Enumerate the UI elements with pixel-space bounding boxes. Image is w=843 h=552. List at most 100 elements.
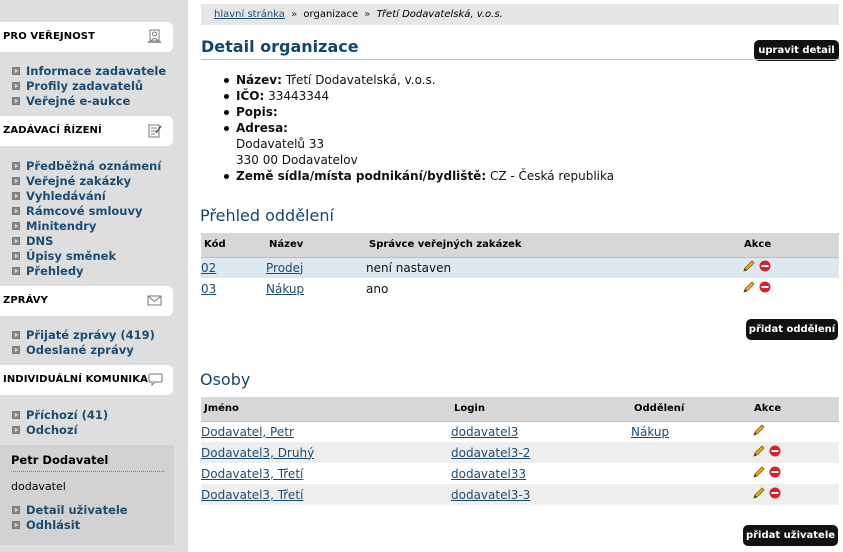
bullet-arrow-icon <box>12 410 20 419</box>
detail-label: IČO: <box>236 89 265 103</box>
sidebar-header-label: PRO VEŘEJNOST <box>3 31 96 42</box>
bullet-arrow-icon <box>12 505 20 514</box>
sidebar-item-verejne-e-aukce[interactable]: Veřejné e-aukce <box>12 93 166 108</box>
sidebar-item-informace-zadavatele[interactable]: Informace zadavatele <box>12 63 166 78</box>
sidebar-item-vyhledavani[interactable]: Vyhledávání <box>12 188 161 203</box>
table-row: Dodavatel3, Třetí dodavatel33 <box>201 463 839 484</box>
department-name-link[interactable]: Nákup <box>266 282 304 296</box>
detail-country: Země sídla/místa podnikání/bydliště: CZ … <box>222 168 614 184</box>
delete-icon[interactable] <box>759 260 771 272</box>
department-name-link[interactable]: Prodej <box>266 261 303 275</box>
sidebar-item-prijate-zpravy[interactable]: Přijaté zprávy (419) <box>12 327 155 342</box>
bullet-arrow-icon <box>12 176 20 185</box>
person-name-link[interactable]: Dodavatel3, Druhý <box>201 446 314 460</box>
bullet-arrow-icon <box>12 266 20 275</box>
sidebar-list-public: Informace zadavatele Profily zadavatelů … <box>12 63 166 108</box>
person-department-link[interactable]: Nákup <box>631 425 669 439</box>
user-detail-link[interactable]: Detail uživatele <box>12 502 128 517</box>
sidebar-item-odchozi[interactable]: Odchozí <box>12 422 108 437</box>
table-header-row: Kód Název Správce veřejných zakázek Akce <box>201 233 839 258</box>
page-title: Detail organizace <box>201 37 359 56</box>
column-header-department[interactable]: Oddělení <box>631 397 751 422</box>
sidebar-item-label: Minitendry <box>26 218 97 233</box>
sidebar-item-label: Příchozí (41) <box>26 407 109 422</box>
person-login-link[interactable]: dodavatel3-3 <box>451 488 530 502</box>
sidebar-item-dns[interactable]: DNS <box>12 233 161 248</box>
add-department-button[interactable]: přidat oddělení <box>746 319 838 340</box>
column-header-login[interactable]: Login <box>451 397 631 422</box>
table-row: 02 Prodej není nastaven <box>201 257 839 278</box>
sidebar-header-public: PRO VEŘEJNOST <box>0 22 173 52</box>
detail-address: Adresa: <box>222 120 614 136</box>
user-link-label: Odhlásit <box>26 517 81 532</box>
detail-name: Název: Třetí Dodavatelská, v.o.s. <box>222 72 614 88</box>
sidebar-item-predbezna-oznameni[interactable]: Předběžná oznámení <box>12 158 161 173</box>
organization-details: Název: Třetí Dodavatelská, v.o.s. IČO: 3… <box>222 72 614 184</box>
person-login-link[interactable]: dodavatel33 <box>451 467 526 481</box>
pencil-icon[interactable] <box>752 423 766 437</box>
sidebar-item-profily-zadavatelu[interactable]: Profily zadavatelů <box>12 78 166 93</box>
sidebar-list-communication: Příchozí (41) Odchozí <box>12 407 108 437</box>
breadcrumb: hlavní stránka » organizace » Třetí Doda… <box>201 4 839 25</box>
sidebar-item-prehledy[interactable]: Přehledy <box>12 263 161 278</box>
breadcrumb-current: Třetí Dodavatelská, v.o.s. <box>376 9 503 20</box>
bullet-arrow-icon <box>12 221 20 230</box>
sidebar-header-messages: ZPRÁVY <box>0 286 173 316</box>
delete-icon[interactable] <box>759 281 771 293</box>
sidebar-header-label: ZPRÁVY <box>3 295 48 306</box>
sidebar-item-label: Profily zadavatelů <box>26 78 144 93</box>
person-login-link[interactable]: dodavatel3-2 <box>451 446 530 460</box>
sidebar-item-label: Vyhledávání <box>26 188 106 203</box>
pencil-icon[interactable] <box>752 444 766 458</box>
department-code-link[interactable]: 03 <box>201 282 216 296</box>
departments-title: Přehled oddělení <box>200 206 334 225</box>
sidebar-item-ramcove-smlouvy[interactable]: Rámcové smlouvy <box>12 203 161 218</box>
bullet-arrow-icon <box>12 66 20 75</box>
sidebar-item-label: Přehledy <box>26 263 84 278</box>
sidebar-item-minitendry[interactable]: Minitendry <box>12 218 161 233</box>
person-name-link[interactable]: Dodavatel3, Třetí <box>201 488 303 502</box>
department-code-link[interactable]: 02 <box>201 261 216 275</box>
table-row: Dodavatel3, Třetí dodavatel3-3 <box>201 484 839 505</box>
bullet-arrow-icon <box>12 520 20 529</box>
breadcrumb-home-link[interactable]: hlavní stránka <box>214 9 285 20</box>
person-department <box>631 442 751 463</box>
pencil-icon[interactable] <box>742 280 756 294</box>
sidebar-item-label: Veřejné e-aukce <box>26 93 131 108</box>
add-user-button[interactable]: přidat uživatele <box>743 525 838 546</box>
delete-icon[interactable] <box>769 466 781 478</box>
sidebar-list-procurement: Předběžná oznámení Veřejné zakázky Vyhle… <box>12 158 161 278</box>
bullet-arrow-icon <box>12 345 20 354</box>
department-manager: není nastaven <box>366 257 741 278</box>
column-header-name[interactable]: Jméno <box>201 397 451 422</box>
column-header-code[interactable]: Kód <box>201 233 266 258</box>
sidebar-header-communication: INDIVIDUÁLNÍ KOMUNIKACE <box>0 365 173 395</box>
delete-icon[interactable] <box>769 445 781 457</box>
pencil-icon[interactable] <box>742 259 756 273</box>
sidebar-item-odeslane-zpravy[interactable]: Odeslané zprávy <box>12 342 155 357</box>
column-header-name[interactable]: Název <box>266 233 366 258</box>
departments-table: Kód Název Správce veřejných zakázek Akce… <box>201 233 839 299</box>
person-name-link[interactable]: Dodavatel, Petr <box>201 425 294 439</box>
row-actions <box>751 486 781 500</box>
logout-link[interactable]: Odhlásit <box>12 517 128 532</box>
sidebar-item-verejne-zakazky[interactable]: Veřejné zakázky <box>12 173 161 188</box>
delete-icon[interactable] <box>769 487 781 499</box>
breadcrumb-separator: » <box>364 9 371 20</box>
person-name-link[interactable]: Dodavatel3, Třetí <box>201 467 303 481</box>
edit-detail-button[interactable]: upravit detail <box>754 40 839 61</box>
sidebar-item-label: Odchozí <box>26 422 78 437</box>
pencil-icon[interactable] <box>752 465 766 479</box>
column-header-actions: Akce <box>751 397 839 422</box>
column-header-manager[interactable]: Správce veřejných zakázek <box>366 233 741 258</box>
sidebar-item-upisy-smenek[interactable]: Úpisy směnek <box>12 248 161 263</box>
breadcrumb-separator: » <box>291 9 298 20</box>
bullet-arrow-icon <box>12 425 20 434</box>
row-actions <box>741 280 771 294</box>
pencil-icon[interactable] <box>752 486 766 500</box>
department-manager: ano <box>366 281 389 296</box>
bullet-arrow-icon <box>12 161 20 170</box>
sidebar-item-label: DNS <box>26 233 54 248</box>
person-login-link[interactable]: dodavatel3 <box>451 425 518 439</box>
sidebar-item-prichozi[interactable]: Příchozí (41) <box>12 407 108 422</box>
